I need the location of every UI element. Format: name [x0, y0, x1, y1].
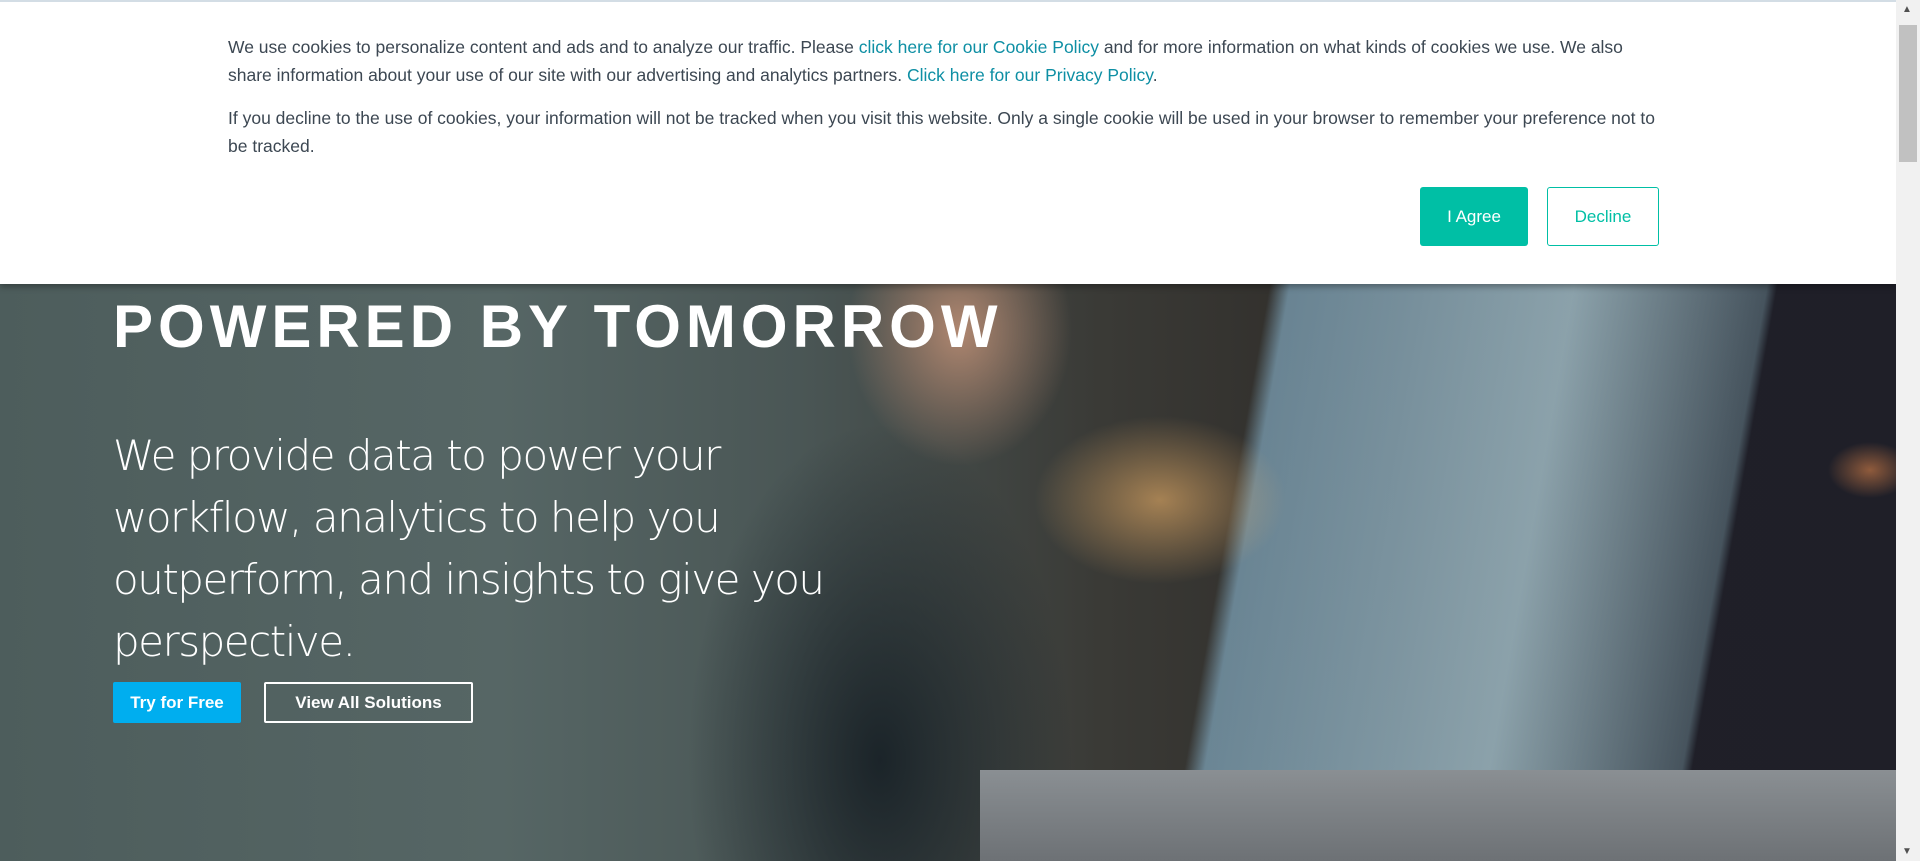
hero-lead-text: We provide data to power your workflow, …: [113, 431, 825, 666]
cookie-banner: We use cookies to personalize content an…: [0, 0, 1896, 284]
try-for-free-button[interactable]: Try for Free: [113, 682, 241, 723]
view-all-solutions-button[interactable]: View All Solutions: [264, 682, 473, 723]
desk-image-detail: [980, 770, 1896, 861]
cookie-text-part: .: [1152, 65, 1158, 85]
scrollbar-thumb[interactable]: [1899, 25, 1917, 162]
scrollbar[interactable]: ▲ ▼: [1896, 0, 1920, 861]
cookie-text-decline: If you decline to the use of cookies, yo…: [228, 108, 1655, 156]
privacy-policy-link[interactable]: Click here for our Privacy Policy: [907, 65, 1153, 85]
hero-title: POWERED BY TOMORROW: [113, 293, 1003, 360]
cookie-policy-link[interactable]: click here for our Cookie Policy: [859, 37, 1099, 57]
cookie-text-part: We use cookies to personalize content an…: [228, 37, 859, 57]
cookie-text-usage: We use cookies to personalize content an…: [228, 33, 1668, 89]
scroll-down-arrow-icon[interactable]: ▼: [1902, 846, 1912, 857]
agree-button[interactable]: I Agree: [1420, 187, 1528, 246]
decline-button[interactable]: Decline: [1547, 187, 1659, 246]
scroll-up-arrow-icon[interactable]: ▲: [1902, 4, 1912, 15]
